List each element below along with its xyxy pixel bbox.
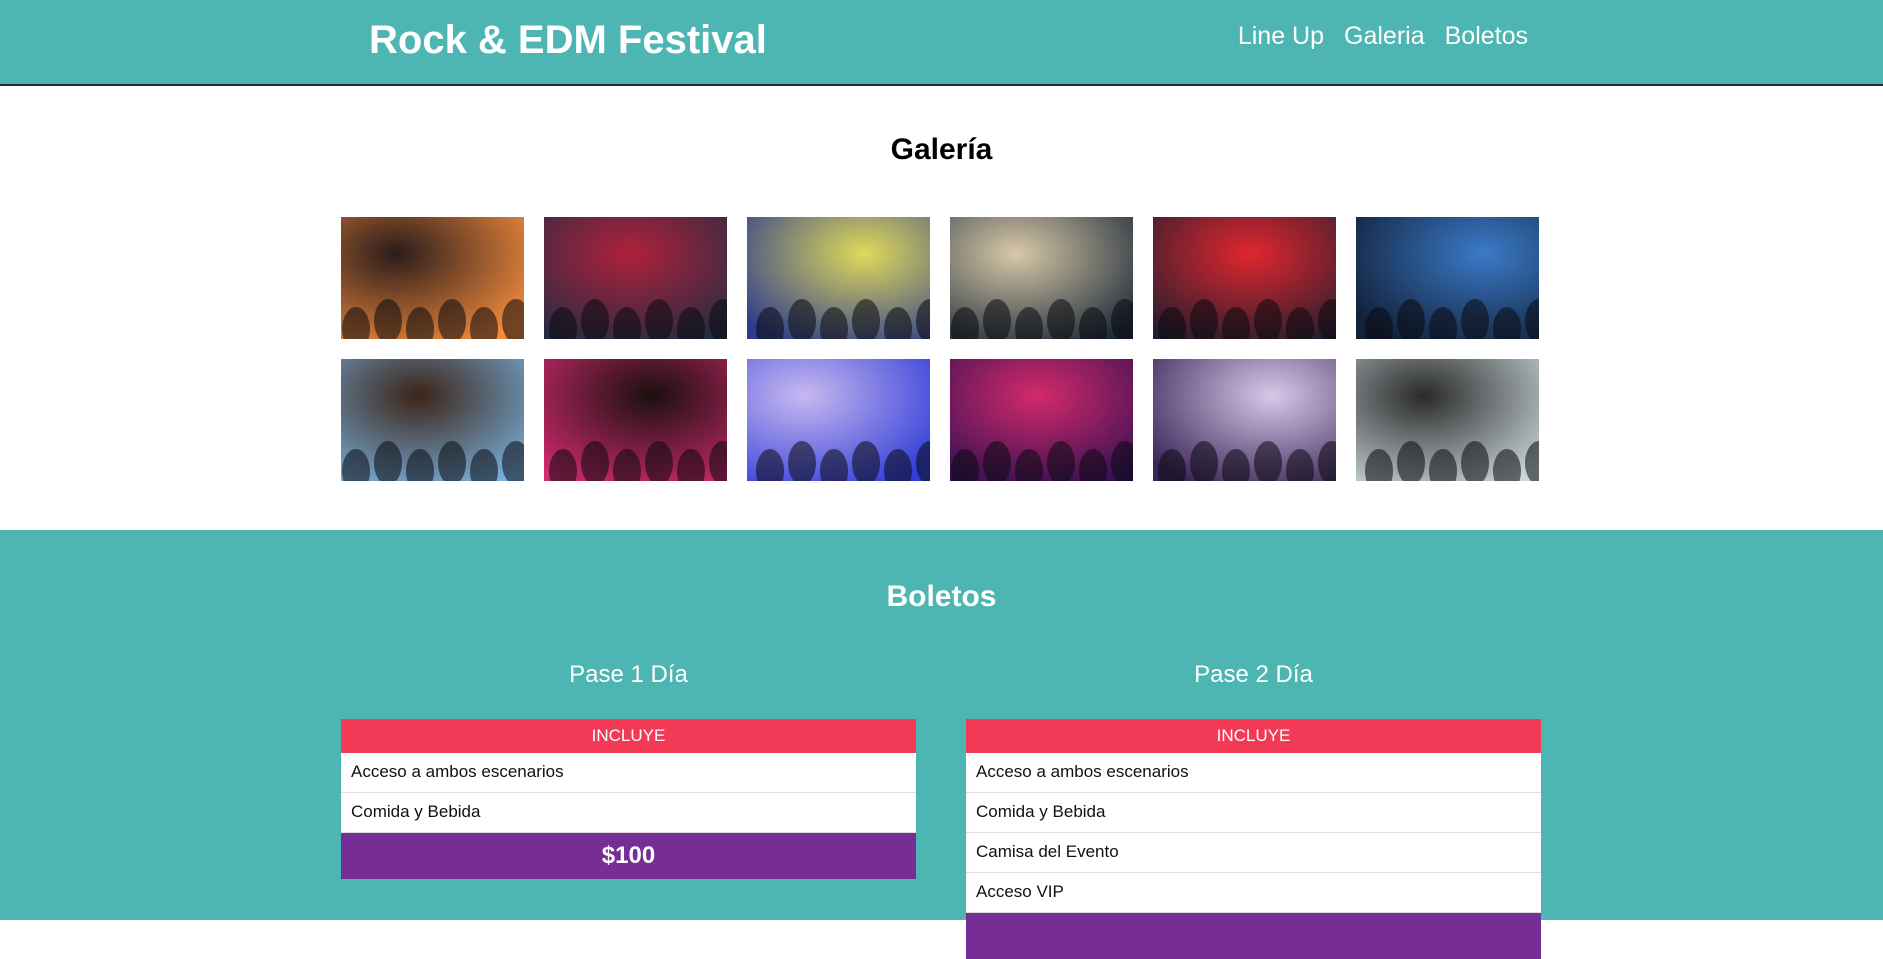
gallery-section: Galería bbox=[0, 86, 1883, 530]
card-item: Camisa del Evento bbox=[966, 833, 1541, 873]
female-dj-photo[interactable] bbox=[1356, 217, 1539, 339]
nav-link-boletos[interactable]: Boletos bbox=[1445, 22, 1528, 51]
nav-link-lineup[interactable]: Line Up bbox=[1238, 22, 1324, 51]
gallery-grid bbox=[341, 217, 1539, 481]
price-button[interactable]: $100 bbox=[341, 833, 916, 879]
crowd-concert-photo[interactable] bbox=[341, 217, 524, 339]
card-item: Acceso a ambos escenarios bbox=[966, 753, 1541, 793]
dj-turntable-photo[interactable] bbox=[950, 217, 1133, 339]
card-header: INCLUYE bbox=[341, 719, 916, 753]
pass-title: Pase 1 Día bbox=[569, 661, 688, 688]
guitar-closeup-photo[interactable] bbox=[341, 359, 524, 481]
gallery-title: Galería bbox=[890, 133, 993, 166]
pass-card: INCLUYE Acceso a ambos escenarios Comida… bbox=[966, 719, 1541, 959]
dj-mixer-blue-photo[interactable] bbox=[747, 359, 930, 481]
singer-photo[interactable] bbox=[544, 217, 727, 339]
card-item: Comida y Bebida bbox=[966, 793, 1541, 833]
card-item: Acceso a ambos escenarios bbox=[341, 753, 916, 793]
tickets-section: Boletos Pase 1 Día INCLUYE Acceso a ambo… bbox=[0, 530, 1883, 959]
card-header: INCLUYE bbox=[966, 719, 1541, 753]
dj-laptop-photo[interactable] bbox=[544, 359, 727, 481]
pass-card: INCLUYE Acceso a ambos escenarios Comida… bbox=[341, 719, 916, 879]
main-nav: Line Up Galeria Boletos bbox=[1238, 22, 1528, 51]
nav-link-galeria[interactable]: Galeria bbox=[1344, 22, 1425, 51]
performer-smoke-photo[interactable] bbox=[1356, 359, 1539, 481]
card-item: Acceso VIP bbox=[966, 873, 1541, 913]
tickets-title: Boletos bbox=[886, 580, 997, 613]
band-performers-photo[interactable] bbox=[1153, 359, 1336, 481]
card-item: Comida y Bebida bbox=[341, 793, 916, 833]
site-logo[interactable]: Rock & EDM Festival bbox=[369, 18, 767, 63]
pass-title: Pase 2 Día bbox=[1194, 661, 1313, 688]
stage-lights-photo[interactable] bbox=[747, 217, 930, 339]
site-header: Rock & EDM Festival Line Up Galeria Bole… bbox=[0, 0, 1883, 86]
turntable-purple-photo[interactable] bbox=[950, 359, 1133, 481]
guitarist-red-light-photo[interactable] bbox=[1153, 217, 1336, 339]
